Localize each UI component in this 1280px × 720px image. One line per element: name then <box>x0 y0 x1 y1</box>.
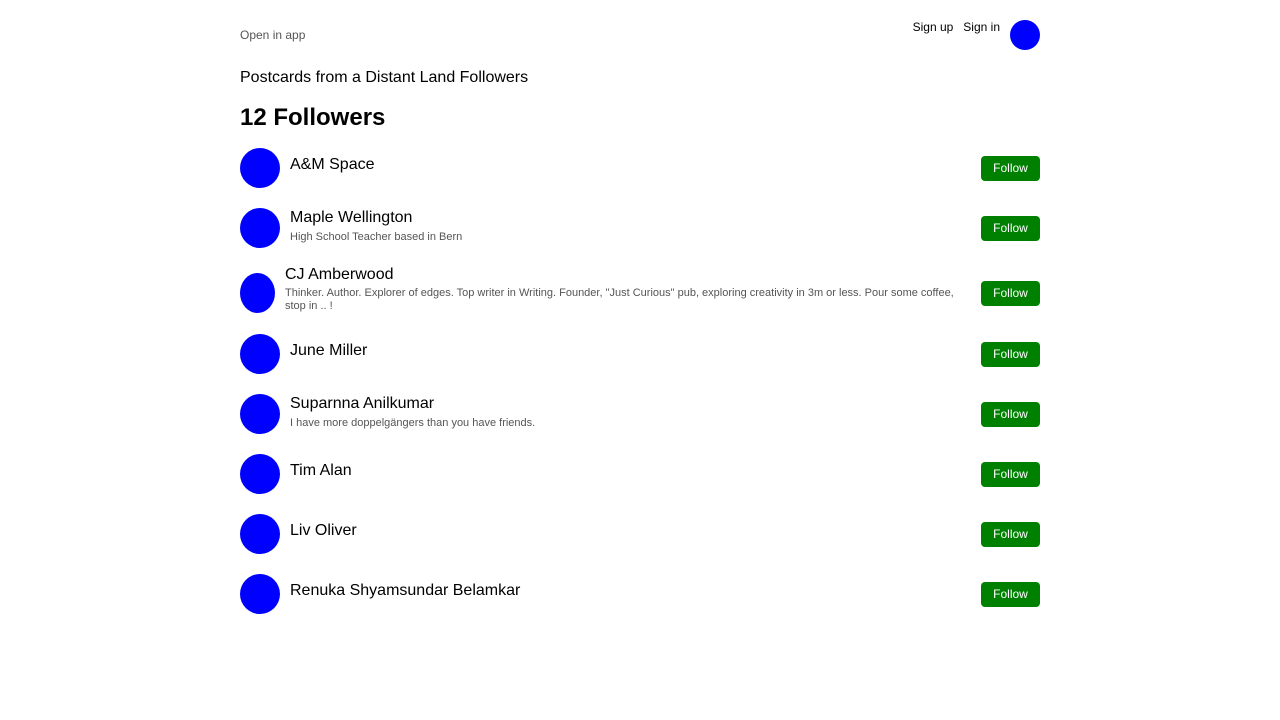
follower-avatar[interactable] <box>240 394 280 434</box>
follower-avatar[interactable] <box>240 514 280 554</box>
follower-avatar[interactable] <box>240 454 280 494</box>
follower-row: Suparnna Anilkumar I have more doppelgän… <box>240 394 1040 434</box>
follower-name[interactable]: CJ Amberwood <box>285 266 971 284</box>
follower-name[interactable]: A&M Space <box>290 156 971 174</box>
follow-button[interactable]: Follow <box>981 401 1040 427</box>
user-avatar-icon[interactable] <box>1010 20 1040 50</box>
follower-info: Maple Wellington High School Teacher bas… <box>290 208 981 244</box>
sign-in-link[interactable]: Sign in <box>963 20 1000 34</box>
follower-info: Suparnna Anilkumar I have more doppelgän… <box>290 394 981 430</box>
follower-row: A&M Space Follow <box>240 148 1040 188</box>
follower-name[interactable]: Liv Oliver <box>290 522 971 540</box>
follower-row: June Miller Follow <box>240 334 1040 374</box>
follow-button[interactable]: Follow <box>981 581 1040 607</box>
follower-info: June Miller <box>290 334 981 360</box>
follower-avatar[interactable] <box>240 273 275 313</box>
follow-button[interactable]: Follow <box>981 521 1040 547</box>
follow-button[interactable]: Follow <box>981 280 1040 306</box>
follow-button[interactable]: Follow <box>981 341 1040 367</box>
followers-count-heading: 12 Followers <box>240 104 386 131</box>
followers-page: Open in app Sign up Sign in Postcards fr… <box>240 0 1040 614</box>
top-actions: Sign up Sign in <box>913 20 1040 50</box>
follower-info: Renuka Shyamsundar Belamkar <box>290 574 981 600</box>
follower-row: Renuka Shyamsundar Belamkar Follow <box>240 574 1040 614</box>
follower-name[interactable]: June Miller <box>290 342 971 360</box>
publication-title: Postcards from a Distant Land Followers <box>240 69 529 86</box>
follower-avatar[interactable] <box>240 148 280 188</box>
follower-info: CJ Amberwood Thinker. Author. Explorer o… <box>285 266 981 313</box>
follow-button[interactable]: Follow <box>981 461 1040 487</box>
follower-info: Tim Alan <box>290 454 981 480</box>
follower-avatar[interactable] <box>240 334 280 374</box>
followers-list: A&M Space Follow Maple Wellington High S… <box>240 148 1040 634</box>
follower-avatar[interactable] <box>240 574 280 614</box>
follower-info: A&M Space <box>290 148 981 174</box>
follower-avatar[interactable] <box>240 208 280 248</box>
follower-bio: High School Teacher based in Bern <box>290 231 463 243</box>
top-bar: Open in app Sign up Sign in <box>240 0 1040 64</box>
follower-row: Liv Oliver Follow <box>240 514 1040 554</box>
follower-row: Maple Wellington High School Teacher bas… <box>240 208 1040 248</box>
follower-name[interactable]: Maple Wellington <box>290 209 971 227</box>
follower-row: CJ Amberwood Thinker. Author. Explorer o… <box>240 266 1040 318</box>
follow-button[interactable]: Follow <box>981 155 1040 181</box>
follower-bio: Thinker. Author. Explorer of edges. Top … <box>285 287 954 312</box>
follow-button[interactable]: Follow <box>981 215 1040 241</box>
sign-up-link[interactable]: Sign up <box>913 20 954 34</box>
follower-row: Tim Alan Follow <box>240 454 1040 494</box>
follower-name[interactable]: Renuka Shyamsundar Belamkar <box>290 582 971 600</box>
open-in-app-link[interactable]: Open in app <box>240 28 305 42</box>
follower-bio: I have more doppelgängers than you have … <box>290 417 536 429</box>
follower-info: Liv Oliver <box>290 514 981 540</box>
follower-name[interactable]: Tim Alan <box>290 462 971 480</box>
follower-name[interactable]: Suparnna Anilkumar <box>290 395 971 413</box>
